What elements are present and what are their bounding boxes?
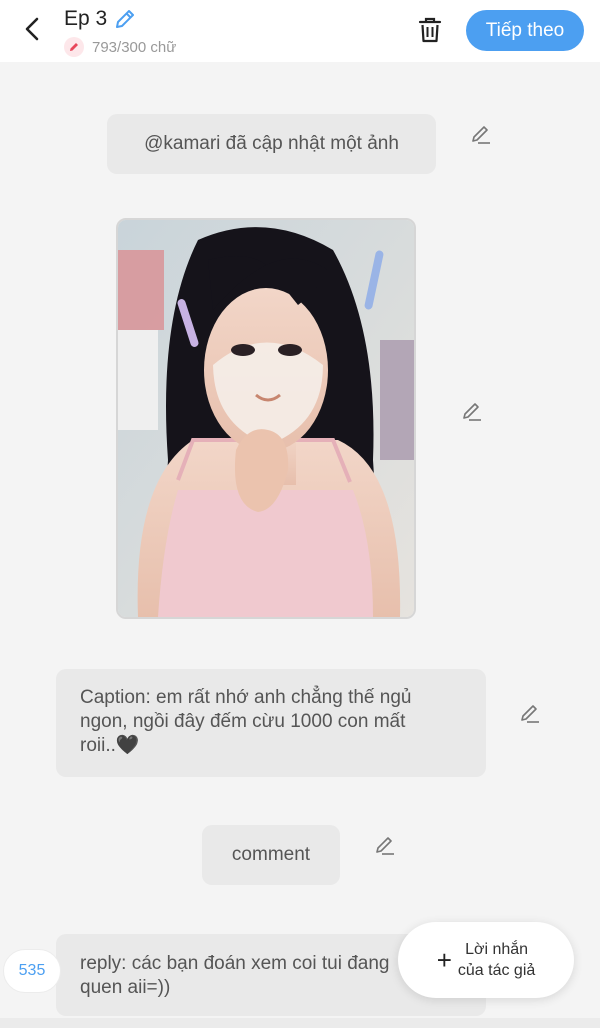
comment-text: comment (231, 844, 311, 865)
back-button[interactable] (18, 14, 48, 44)
edit-title-button[interactable] (113, 7, 137, 31)
comment-bubble[interactable]: comment (202, 825, 340, 885)
word-count-row: 793/300 chữ (64, 37, 176, 57)
pencil-icon (116, 10, 135, 28)
author-note-line: Lời nhắn (465, 941, 529, 958)
bottom-divider (0, 1018, 600, 1028)
delete-button[interactable] (414, 14, 446, 46)
pencil-icon (521, 705, 539, 723)
top-bar: Ep 3 793/300 chữ Tiếp theo (0, 0, 600, 62)
plus-icon: + (436, 945, 452, 975)
caption-line: Caption: em rất nhớ anh chẳng thế ngủ (80, 687, 412, 708)
author-note-line: của tác giả (457, 962, 536, 979)
word-count: 793/300 chữ (92, 38, 177, 56)
pencil-icon (463, 403, 481, 421)
author-note-button[interactable]: + Lời nhắn của tác giả (398, 922, 574, 998)
pencil-icon (472, 126, 490, 144)
caption-line: ngon, ngồi đây đếm cừu 1000 con mất (80, 711, 406, 732)
author-note-label: Lời nhắn của tác giả (458, 939, 535, 981)
episode-title-row: Ep 3 (64, 7, 137, 31)
update-notice-text: @kamari đã cập nhật một ảnh (144, 133, 399, 154)
edit-comment-button[interactable] (372, 832, 398, 858)
trash-icon (418, 17, 442, 43)
next-button[interactable]: Tiếp theo (466, 10, 584, 51)
reply-count-badge[interactable]: 535 (3, 949, 61, 993)
episode-title: Ep 3 (64, 7, 108, 30)
caption-bubble[interactable]: Caption: em rất nhớ anh chẳng thế ngủ ng… (56, 669, 486, 777)
caption-line: roii..🖤 (80, 735, 140, 756)
edit-caption-button[interactable] (517, 700, 543, 726)
pencil-icon (376, 837, 394, 855)
edit-notice-button[interactable] (468, 121, 494, 147)
pencil-icon (64, 37, 84, 57)
update-notice-bubble[interactable]: @kamari đã cập nhật một ảnh (107, 114, 436, 174)
edit-photo-button[interactable] (459, 398, 485, 424)
selfie-photo[interactable] (116, 218, 416, 619)
back-arrow-icon (25, 17, 39, 41)
